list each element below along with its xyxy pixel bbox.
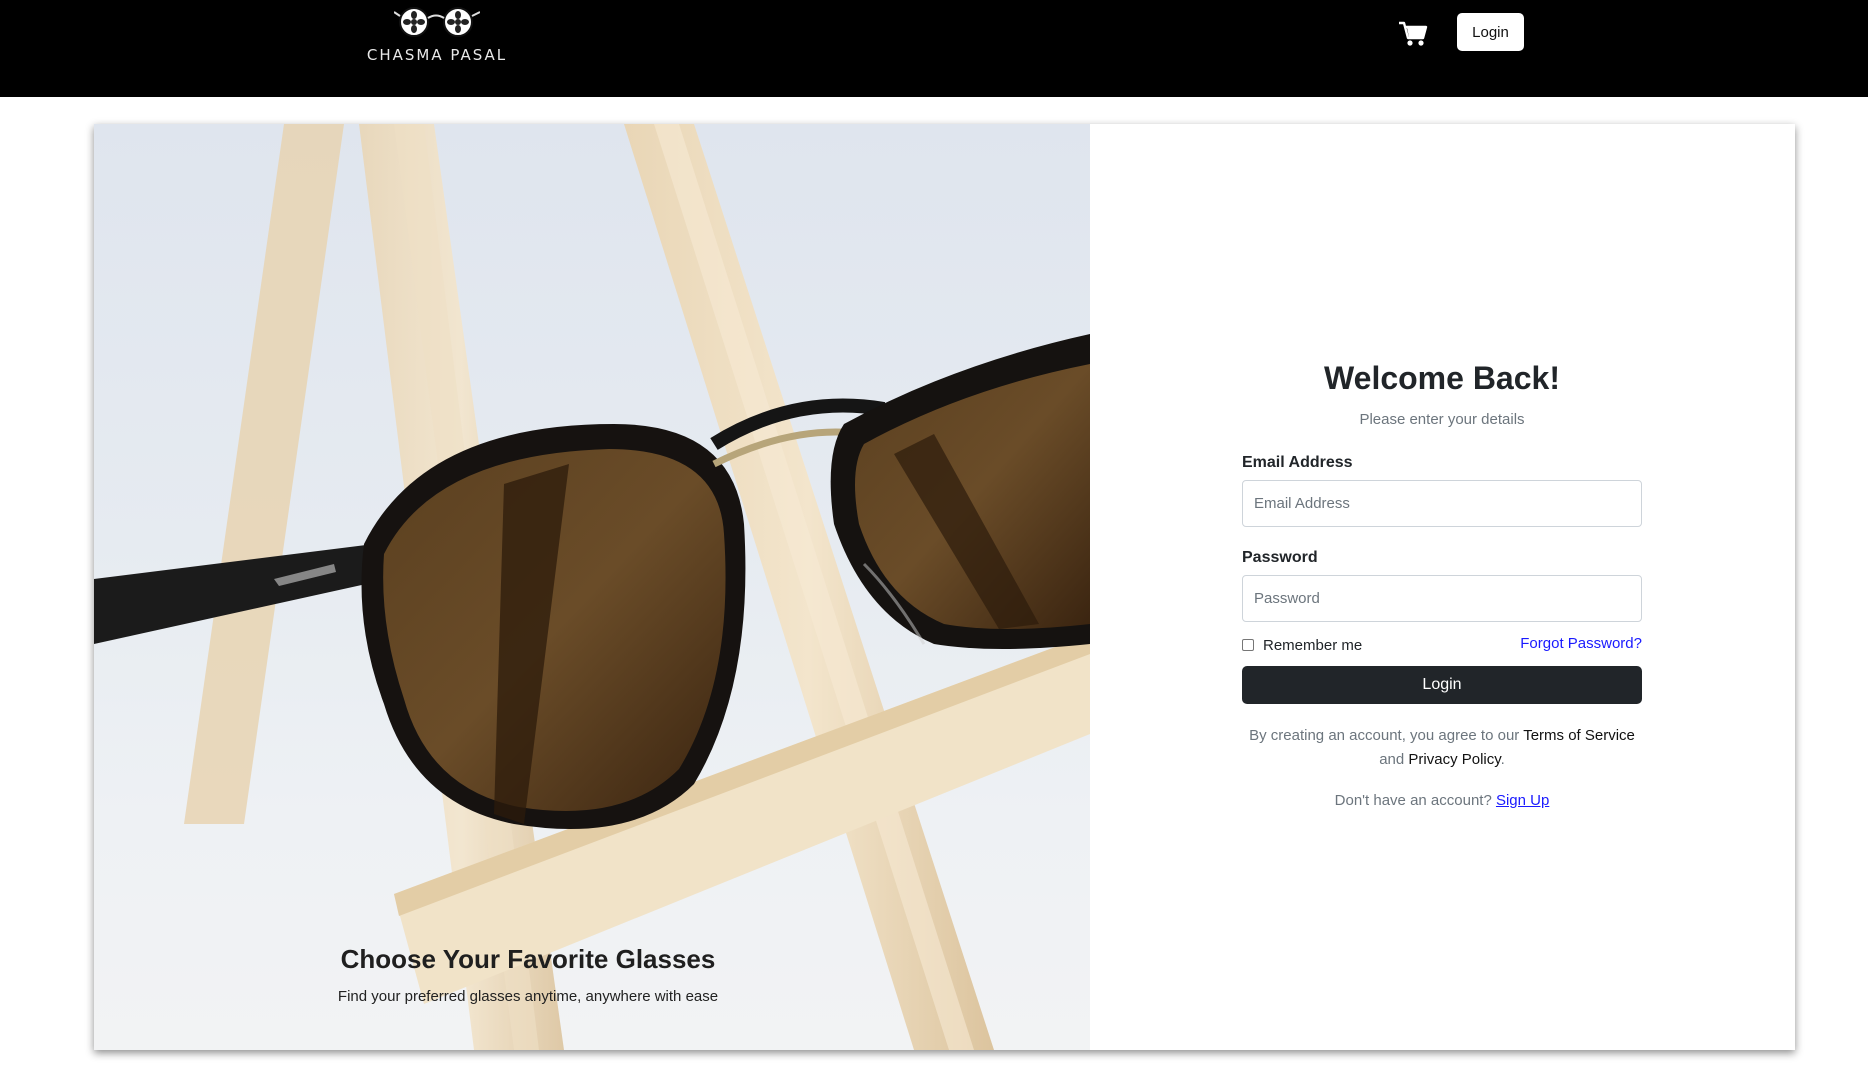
brand-name: CHASMA PASAL — [366, 46, 508, 64]
glasses-logo-icon — [394, 7, 480, 37]
login-submit-button[interactable]: Login — [1242, 666, 1642, 704]
email-input[interactable] — [1242, 480, 1642, 527]
email-label: Email Address — [1242, 454, 1353, 471]
login-card: Choose Your Favorite Glasses Find your p… — [94, 124, 1795, 1050]
signup-prompt: Don't have an account? Sign Up — [1242, 792, 1642, 809]
password-label: Password — [1242, 549, 1318, 566]
terms-notice: By creating an account, you agree to our… — [1242, 724, 1642, 772]
sunglasses-on-easel-image — [94, 124, 1090, 1050]
terms-and: and — [1379, 751, 1409, 768]
login-form: Welcome Back! Please enter your details … — [1242, 124, 1642, 1050]
shopping-cart-icon[interactable] — [1398, 20, 1428, 48]
remember-me-checkbox[interactable] — [1242, 639, 1254, 651]
password-input[interactable] — [1242, 575, 1642, 622]
remember-me[interactable]: Remember me — [1242, 635, 1362, 655]
brand-logo[interactable]: CHASMA PASAL — [362, 6, 512, 64]
hero-title: Choose Your Favorite Glasses — [340, 944, 716, 974]
terms-prefix: By creating an account, you agree to our — [1249, 727, 1524, 744]
privacy-policy-link[interactable]: Privacy Policy — [1408, 751, 1500, 768]
terms-of-service-link[interactable]: Terms of Service — [1523, 727, 1635, 744]
form-subtitle: Please enter your details — [1359, 411, 1525, 428]
forgot-password-link[interactable]: Forgot Password? — [1520, 635, 1642, 652]
navbar: CHASMA PASAL Login — [0, 0, 1868, 97]
hero-image-panel: Choose Your Favorite Glasses Find your p… — [94, 124, 1090, 1050]
remember-me-label: Remember me — [1263, 636, 1363, 654]
terms-suffix: . — [1500, 751, 1505, 768]
hero-subtitle: Find your preferred glasses anytime, any… — [337, 988, 719, 1005]
header-login-button[interactable]: Login — [1457, 13, 1524, 51]
signup-prompt-text: Don't have an account? — [1334, 792, 1496, 809]
sign-up-link[interactable]: Sign Up — [1496, 792, 1549, 809]
form-title: Welcome Back! — [1324, 360, 1560, 396]
